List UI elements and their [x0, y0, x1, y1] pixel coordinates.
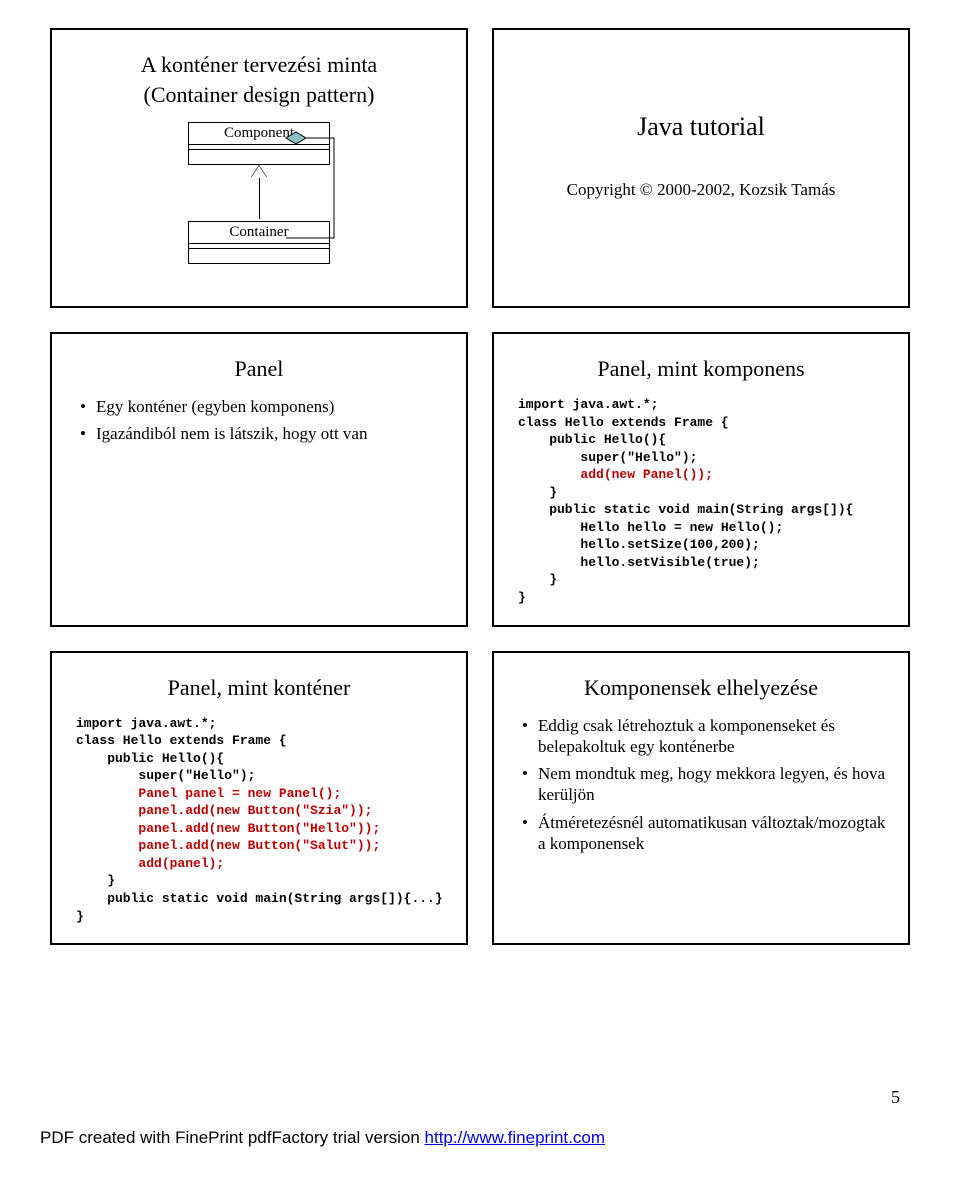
- bullet-list: Eddig csak létrehoztuk a komponenseket é…: [522, 715, 886, 855]
- slide-title: Panel: [74, 356, 444, 382]
- uml-connector: [259, 167, 260, 219]
- code-line: public static void main(String args[]){.…: [76, 891, 443, 906]
- uml-class-container: Container: [188, 221, 330, 264]
- copyright-text: Copyright © 2000-2002, Kozsik Tamás: [516, 180, 886, 200]
- code-line: public Hello(){: [76, 751, 224, 766]
- code-line: }: [518, 572, 557, 587]
- code-line: class Hello extends Frame {: [518, 415, 729, 430]
- code-line: import java.awt.*;: [76, 716, 216, 731]
- list-item: Eddig csak létrehoztuk a komponenseket é…: [522, 715, 886, 758]
- uml-class-name: Component: [189, 123, 329, 145]
- slide-panel: Panel Egy konténer (egyben komponens) Ig…: [50, 332, 468, 627]
- slide-title: Java tutorial: [516, 112, 886, 142]
- code-line-highlight: add(panel);: [76, 856, 224, 871]
- code-line: super("Hello");: [518, 450, 697, 465]
- code-line: hello.setVisible(true);: [518, 555, 760, 570]
- list-item: Nem mondtuk meg, hogy mekkora legyen, és…: [522, 763, 886, 806]
- slide-java-tutorial: Java tutorial Copyright © 2000-2002, Koz…: [492, 28, 910, 308]
- uml-class-component: Component: [188, 122, 330, 165]
- code-line: }: [518, 590, 526, 605]
- code-line-highlight: add(new Panel());: [518, 467, 713, 482]
- slide-title: A konténer tervezési minta: [74, 52, 444, 78]
- code-line: }: [518, 485, 557, 500]
- code-block: import java.awt.*; class Hello extends F…: [76, 715, 444, 926]
- slide-title: Komponensek elhelyezése: [516, 675, 886, 701]
- code-block: import java.awt.*; class Hello extends F…: [518, 396, 886, 607]
- page-number: 5: [891, 1087, 900, 1108]
- footer-link[interactable]: http://www.fineprint.com: [425, 1128, 605, 1147]
- list-item: Egy konténer (egyben komponens): [80, 396, 444, 417]
- code-line: import java.awt.*;: [518, 397, 658, 412]
- page: A konténer tervezési minta (Container de…: [0, 0, 960, 1178]
- code-line: Hello hello = new Hello();: [518, 520, 783, 535]
- code-line: class Hello extends Frame {: [76, 733, 287, 748]
- slide-title: Panel, mint konténer: [74, 675, 444, 701]
- list-item: Átméretezésnél automatikusan változtak/m…: [522, 812, 886, 855]
- uml-empty-row: [189, 249, 329, 263]
- code-line-highlight: panel.add(new Button("Salut"));: [76, 838, 380, 853]
- slide-subtitle: (Container design pattern): [74, 82, 444, 108]
- uml-diagram: Component Container: [74, 122, 444, 264]
- footer-text: PDF created with FinePrint pdfFactory tr…: [40, 1128, 425, 1147]
- code-line: }: [76, 873, 115, 888]
- bullet-list: Egy konténer (egyben komponens) Igazándi…: [80, 396, 444, 445]
- slide-component-placement: Komponensek elhelyezése Eddig csak létre…: [492, 651, 910, 946]
- uml-empty-row: [189, 150, 329, 164]
- list-item: Igazándiból nem is látszik, hogy ott van: [80, 423, 444, 444]
- slide-grid: A konténer tervezési minta (Container de…: [0, 0, 960, 945]
- slide-panel-as-component: Panel, mint komponens import java.awt.*;…: [492, 332, 910, 627]
- code-line: }: [76, 909, 84, 924]
- code-line: super("Hello");: [76, 768, 255, 783]
- code-line: public static void main(String args[]){: [518, 502, 853, 517]
- slide-panel-as-container: Panel, mint konténer import java.awt.*; …: [50, 651, 468, 946]
- slide-container-pattern: A konténer tervezési minta (Container de…: [50, 28, 468, 308]
- code-line-highlight: Panel panel = new Panel();: [76, 786, 341, 801]
- code-line: public Hello(){: [518, 432, 666, 447]
- uml-class-name: Container: [189, 222, 329, 244]
- code-line-highlight: panel.add(new Button("Hello"));: [76, 821, 380, 836]
- slide-title: Panel, mint komponens: [516, 356, 886, 382]
- uml-inheritance-arrow: [251, 166, 267, 178]
- code-line-highlight: panel.add(new Button("Szia"));: [76, 803, 372, 818]
- code-line: hello.setSize(100,200);: [518, 537, 760, 552]
- footer: PDF created with FinePrint pdfFactory tr…: [40, 1128, 605, 1148]
